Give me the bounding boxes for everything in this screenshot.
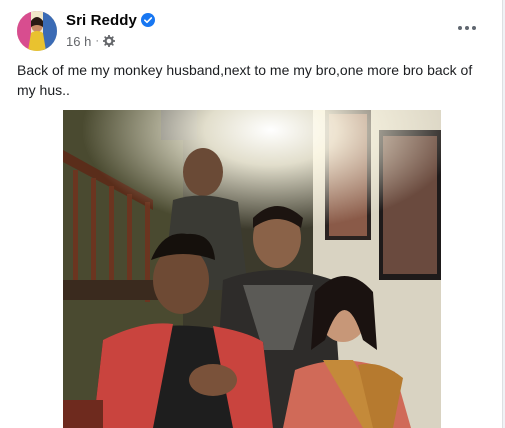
post-card: Sri Reddy 16 h · Back of me my monkey hu… (0, 0, 503, 428)
post-meta: 16 h · (66, 33, 116, 49)
author-name[interactable]: Sri Reddy (66, 12, 137, 29)
author-name-row: Sri Reddy (66, 10, 155, 30)
verified-badge-icon (140, 13, 155, 27)
more-options-icon (458, 26, 462, 30)
gear-icon[interactable] (102, 34, 116, 48)
more-options-button[interactable] (449, 14, 485, 42)
post-header: Sri Reddy 16 h · (0, 0, 502, 56)
author-avatar[interactable] (17, 11, 57, 51)
post-text: Back of me my monkey husband,next to me … (17, 62, 473, 98)
meta-separator: · (95, 35, 99, 47)
post-photo[interactable] (63, 110, 441, 428)
post-timestamp[interactable]: 16 h (66, 34, 91, 49)
